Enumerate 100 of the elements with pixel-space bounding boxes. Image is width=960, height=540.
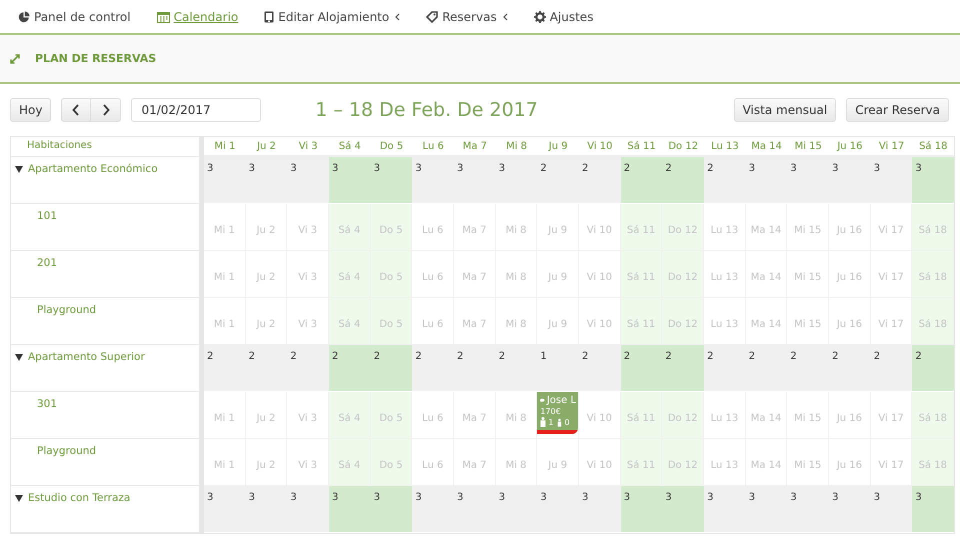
day-cell[interactable]: Lu 6 bbox=[412, 392, 454, 439]
day-header: Ju 9 bbox=[548, 140, 568, 152]
availability-cell: 3 bbox=[620, 486, 662, 533]
day-header: Sá 11 bbox=[627, 140, 656, 152]
nav-link[interactable]: Calendario bbox=[156, 10, 238, 24]
availability-cell: 3 bbox=[662, 486, 704, 533]
day-cell[interactable]: Lu 6 bbox=[412, 204, 454, 251]
nav-label[interactable]: Reservas bbox=[442, 10, 497, 24]
nav-label[interactable]: Editar Alojamiento bbox=[278, 10, 390, 24]
day-cell[interactable]: Mi 15 bbox=[787, 204, 830, 251]
availability-cell: 1 bbox=[537, 345, 580, 392]
availability-cell: 3 bbox=[246, 157, 288, 204]
availability-cell: 2 bbox=[912, 345, 954, 392]
room-name: 101 bbox=[36, 209, 58, 222]
availability-cell: 3 bbox=[704, 486, 746, 533]
availability-cell: 2 bbox=[370, 345, 412, 392]
day-cell[interactable]: Mi 1 bbox=[204, 392, 246, 439]
tag-icon bbox=[426, 10, 438, 22]
availability-cell: 2 bbox=[246, 345, 288, 392]
day-cell[interactable]: Ju 16 bbox=[829, 251, 871, 298]
day-cell[interactable]: Ju 16 bbox=[829, 392, 871, 439]
day-cell[interactable]: Ju 16 bbox=[829, 204, 871, 251]
room-type-name[interactable]: Estudio con Terraza bbox=[28, 492, 130, 504]
previous-button[interactable] bbox=[61, 98, 92, 122]
chevron-left-icon bbox=[72, 104, 80, 116]
guest-name: Jose L bbox=[546, 395, 576, 406]
today-button[interactable]: Hoy bbox=[10, 98, 52, 122]
availability-cell: 3 bbox=[412, 486, 454, 533]
day-header: Ju 2 bbox=[257, 140, 276, 152]
availability-cell: 3 bbox=[746, 486, 788, 533]
availability-cell: 2 bbox=[870, 345, 912, 392]
day-cell[interactable]: Mi 15 bbox=[787, 392, 830, 439]
day-cell[interactable]: Mi 1 bbox=[204, 251, 246, 298]
availability-cell: 3 bbox=[787, 157, 830, 204]
day-cell[interactable]: Ju 2 bbox=[246, 204, 288, 251]
day-header: Mi 8 bbox=[506, 140, 528, 152]
adult-icon bbox=[540, 417, 546, 427]
toolbar-button[interactable]: Vista mensual bbox=[734, 98, 836, 122]
availability-cell: 3 bbox=[912, 486, 954, 533]
availability-cell: 3 bbox=[746, 157, 788, 204]
date-field[interactable]: 01/02/2017 bbox=[131, 98, 262, 122]
toolbar-button[interactable]: Crear Reserva bbox=[846, 98, 949, 122]
day-cell[interactable]: Lu 13 bbox=[704, 251, 746, 298]
availability-cell: 3 bbox=[870, 486, 912, 533]
room-name: Playground bbox=[36, 303, 96, 316]
room-type-toggle[interactable]: Apartamento Económico bbox=[11, 157, 158, 175]
booking-block[interactable]: Jose L 170€ 1 0 bbox=[537, 392, 578, 434]
day-cell[interactable]: Mi 15 bbox=[787, 251, 830, 298]
day-header: Sá 4 bbox=[338, 140, 361, 152]
nav-label[interactable]: Calendario bbox=[174, 10, 238, 24]
availability-cell: 3 bbox=[287, 486, 330, 533]
day-cell[interactable]: Lu 13 bbox=[704, 392, 746, 439]
day-cell[interactable]: Ma 7 bbox=[454, 392, 496, 439]
next-button[interactable] bbox=[91, 98, 122, 122]
chevron-right-icon bbox=[102, 104, 110, 116]
day-cell[interactable]: Ma 14 bbox=[746, 204, 788, 251]
availability-cell: 3 bbox=[870, 157, 912, 204]
availability-cell: 3 bbox=[496, 157, 538, 204]
expand-icon[interactable] bbox=[10, 54, 20, 64]
availability-cell: 2 bbox=[662, 157, 704, 204]
day-cell[interactable]: Ju 9 bbox=[537, 251, 580, 298]
day-cell[interactable]: Mi 1 bbox=[204, 204, 246, 251]
room-type-toggle[interactable]: Apartamento Superior bbox=[11, 345, 145, 363]
room-type-name[interactable]: Apartamento Económico bbox=[28, 163, 158, 175]
day-cell[interactable]: Lu 13 bbox=[704, 204, 746, 251]
day-header: Sá 18 bbox=[919, 140, 948, 152]
availability-cell: 2 bbox=[579, 345, 621, 392]
day-header: Ma 7 bbox=[462, 140, 488, 152]
day-cell[interactable]: Mi 8 bbox=[496, 251, 538, 298]
availability-cell: 2 bbox=[329, 345, 371, 392]
day-cell[interactable]: Ju 9 bbox=[537, 204, 580, 251]
availability-cell: 3 bbox=[454, 157, 496, 204]
day-cell[interactable]: Ma 7 bbox=[454, 251, 496, 298]
day-cell[interactable]: Lu 6 bbox=[412, 251, 454, 298]
day-header: Vi 10 bbox=[587, 140, 613, 152]
day-cell[interactable]: Ju 2 bbox=[246, 251, 288, 298]
nav-link[interactable]: Ajustes bbox=[534, 10, 594, 24]
day-cell[interactable]: Ma 14 bbox=[746, 251, 788, 298]
nav-label[interactable]: Ajustes bbox=[550, 10, 594, 24]
calendar-icon bbox=[156, 10, 170, 22]
availability-cell: 3 bbox=[829, 486, 871, 533]
availability-cell: 3 bbox=[579, 486, 621, 533]
child-icon bbox=[557, 418, 562, 426]
day-header: Do 12 bbox=[668, 140, 698, 152]
adult-count: 1 bbox=[548, 418, 554, 426]
nav-link[interactable]: Editar Alojamiento bbox=[264, 10, 400, 24]
availability-cell: 2 bbox=[412, 345, 454, 392]
availability-cell: 3 bbox=[329, 157, 371, 204]
room-type-toggle[interactable]: Estudio con Terraza bbox=[11, 486, 130, 504]
day-cell[interactable]: Ju 2 bbox=[246, 392, 288, 439]
pie-chart-icon bbox=[18, 10, 30, 22]
day-cell[interactable]: Mi 8 bbox=[496, 204, 538, 251]
availability-cell: 2 bbox=[704, 157, 746, 204]
availability-cell: 2 bbox=[287, 345, 330, 392]
nav-link[interactable]: Reservas bbox=[426, 10, 508, 24]
room-type-name[interactable]: Apartamento Superior bbox=[28, 351, 145, 363]
day-cell[interactable]: Ma 14 bbox=[746, 392, 788, 439]
day-cell[interactable]: Ma 7 bbox=[454, 204, 496, 251]
availability-cell: 2 bbox=[204, 345, 246, 392]
day-header: Vi 3 bbox=[298, 140, 318, 152]
